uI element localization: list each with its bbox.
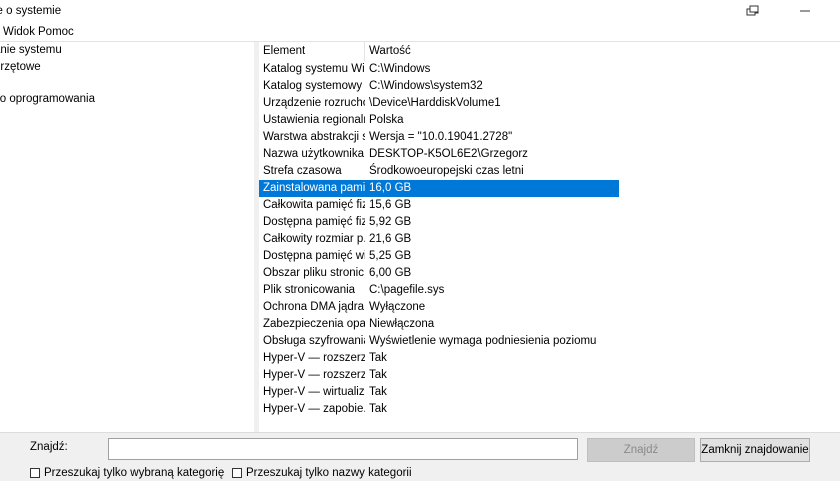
cell-element: Plik stronicowania	[263, 284, 356, 296]
cell-value: 5,25 GB	[369, 250, 412, 262]
table-row[interactable]: Plik stronicowania C:\pagefile.sys	[259, 282, 619, 299]
list-header: Element Wartość	[259, 42, 840, 61]
checkbox-box[interactable]	[30, 468, 40, 478]
cell-value: Wyświetlenie wymaga podniesienia poziomu	[369, 335, 597, 347]
cell-element: Obszar pliku stronic...	[263, 267, 365, 279]
cell-element: Całkowity rozmiar p...	[263, 233, 365, 245]
find-bar: Znajdź: Znajdź Zamknij znajdowanie Przes…	[0, 432, 840, 481]
table-row[interactable]: Katalog systemu Wi... C:\Windows	[259, 61, 619, 78]
cell-element: Katalog systemowy	[263, 80, 363, 92]
cell-value: Niewłączona	[369, 318, 435, 330]
table-row[interactable]: Całkowita pamięć fiz... 15,6 GB	[259, 197, 619, 214]
cell-value: 5,92 GB	[369, 216, 412, 228]
table-row[interactable]: Warstwa abstrakcji s... Wersja = "10.0.19…	[259, 129, 619, 146]
cell-value: Tak	[369, 386, 387, 398]
cell-value: Tak	[369, 403, 387, 415]
find-input[interactable]	[108, 438, 578, 460]
table-row[interactable]: Strefa czasowa Środkowoeuropejski czas le…	[259, 163, 619, 180]
restore-button[interactable]	[730, 0, 776, 24]
details-list[interactable]: Element Wartość Katalog systemu Wi... C:\…	[259, 42, 840, 432]
table-row[interactable]: Zainstalowana pami... 16,0 GB	[259, 180, 619, 197]
checkbox-label: Przeszukaj tylko nazwy kategorii	[246, 467, 412, 479]
cell-element: Katalog systemu Wi...	[263, 63, 365, 75]
cell-element: Nazwa użytkownika	[263, 148, 364, 160]
cell-element: Dostępna pamięć fiz...	[263, 216, 365, 228]
cell-element: Ochrona DMA jądra	[263, 301, 364, 313]
cell-value: Wyłączone	[369, 301, 426, 313]
column-header-element[interactable]: Element	[263, 45, 305, 57]
cell-value: Tak	[369, 352, 387, 364]
menu-bar: Widok Pomoc	[0, 24, 840, 41]
window-title: je o systemie	[0, 5, 62, 17]
checkbox-box[interactable]	[232, 468, 242, 478]
table-row[interactable]: Zabezpieczenia opar... Niewłączona	[259, 316, 619, 333]
checkbox-label: Przeszukaj tylko wybraną kategorię	[44, 467, 225, 479]
table-row[interactable]: Dostępna pamięć wi... 5,25 GB	[259, 248, 619, 265]
cell-element: Zainstalowana pami...	[263, 182, 365, 194]
find-label: Znajdź:	[30, 441, 68, 453]
cell-value: Środkowoeuropejski czas letni	[369, 165, 524, 177]
cell-value: 15,6 GB	[369, 199, 412, 211]
restore-icon	[746, 5, 760, 20]
cell-element: Warstwa abstrakcji s...	[263, 131, 365, 143]
table-row[interactable]: Nazwa użytkownika DESKTOP-K5OL6E2\Grzegor…	[259, 146, 619, 163]
tree-item-system-summary[interactable]: anie systemu	[0, 44, 62, 56]
cell-value: Wersja = "10.0.19041.2728"	[369, 131, 513, 143]
search-category-names-checkbox[interactable]: Przeszukaj tylko nazwy kategorii	[232, 467, 412, 479]
cell-value: 16,0 GB	[369, 182, 412, 194]
cell-value: \Device\HarddiskVolume1	[369, 97, 501, 109]
table-row[interactable]: Obsługa szyfrowania... Wyświetlenie wymag…	[259, 333, 619, 350]
cell-element: Zabezpieczenia opar...	[263, 318, 365, 330]
minimize-icon	[799, 6, 811, 19]
minimize-button[interactable]	[782, 0, 828, 24]
cell-value: C:\pagefile.sys	[369, 284, 445, 296]
cell-value: Polska	[369, 114, 404, 126]
cell-element: Strefa czasowa	[263, 165, 342, 177]
close-find-button[interactable]: Zamknij znajdowanie	[700, 438, 810, 462]
menu-widok[interactable]: Widok	[3, 26, 35, 38]
tree-item-software[interactable]: ko oprogramowania	[0, 93, 95, 105]
cell-value: 21,6 GB	[369, 233, 412, 245]
cell-value: C:\Windows\system32	[369, 80, 483, 92]
find-button[interactable]: Znajdź	[587, 438, 695, 462]
cell-element: Hyper-V — wirtualiz...	[263, 386, 365, 398]
table-row[interactable]: Całkowity rozmiar p... 21,6 GB	[259, 231, 619, 248]
cell-value: DESKTOP-K5OL6E2\Grzegorz	[369, 148, 528, 160]
title-bar: je o systemie	[0, 0, 840, 24]
cell-element: Hyper-V — rozszerz...	[263, 369, 365, 381]
table-row[interactable]: Hyper-V — rozszerz... Tak	[259, 367, 619, 384]
cell-element: Ustawienia regionalne	[263, 114, 365, 126]
table-row[interactable]: Ochrona DMA jądra Wyłączone	[259, 299, 619, 316]
table-row[interactable]: Hyper-V — zapobie... Tak	[259, 401, 619, 418]
cell-element: Hyper-V — rozszerz...	[263, 352, 365, 364]
cell-element: Dostępna pamięć wi...	[263, 250, 365, 262]
menu-pomoc[interactable]: Pomoc	[38, 26, 74, 38]
column-header-value[interactable]: Wartość	[369, 45, 411, 57]
cell-value: C:\Windows	[369, 63, 431, 75]
table-row[interactable]: Obszar pliku stronic... 6,00 GB	[259, 265, 619, 282]
search-selected-category-checkbox[interactable]: Przeszukaj tylko wybraną kategorię	[30, 467, 224, 479]
table-row[interactable]: Katalog systemowy C:\Windows\system32	[259, 78, 619, 95]
table-row[interactable]: Hyper-V — rozszerz... Tak	[259, 350, 619, 367]
cell-element: Hyper-V — zapobie...	[263, 403, 365, 415]
cell-value: 6,00 GB	[369, 267, 412, 279]
column-separator[interactable]	[364, 42, 365, 61]
table-row[interactable]: Dostępna pamięć fiz... 5,92 GB	[259, 214, 619, 231]
table-row[interactable]: Hyper-V — wirtualiz... Tak	[259, 384, 619, 401]
cell-value: Tak	[369, 369, 387, 381]
cell-element: Całkowita pamięć fiz...	[263, 199, 365, 211]
table-row[interactable]: Ustawienia regionalne Polska	[259, 112, 619, 129]
cell-element: Obsługa szyfrowania...	[263, 335, 365, 347]
category-tree[interactable]: anie systemu przętowe ko oprogramowania	[0, 42, 254, 432]
cell-element: Urządzenie rozruchowe	[263, 97, 365, 109]
table-row[interactable]: Urządzenie rozruchowe \Device\HarddiskVol…	[259, 95, 619, 112]
tree-item-hardware[interactable]: przętowe	[0, 61, 41, 73]
